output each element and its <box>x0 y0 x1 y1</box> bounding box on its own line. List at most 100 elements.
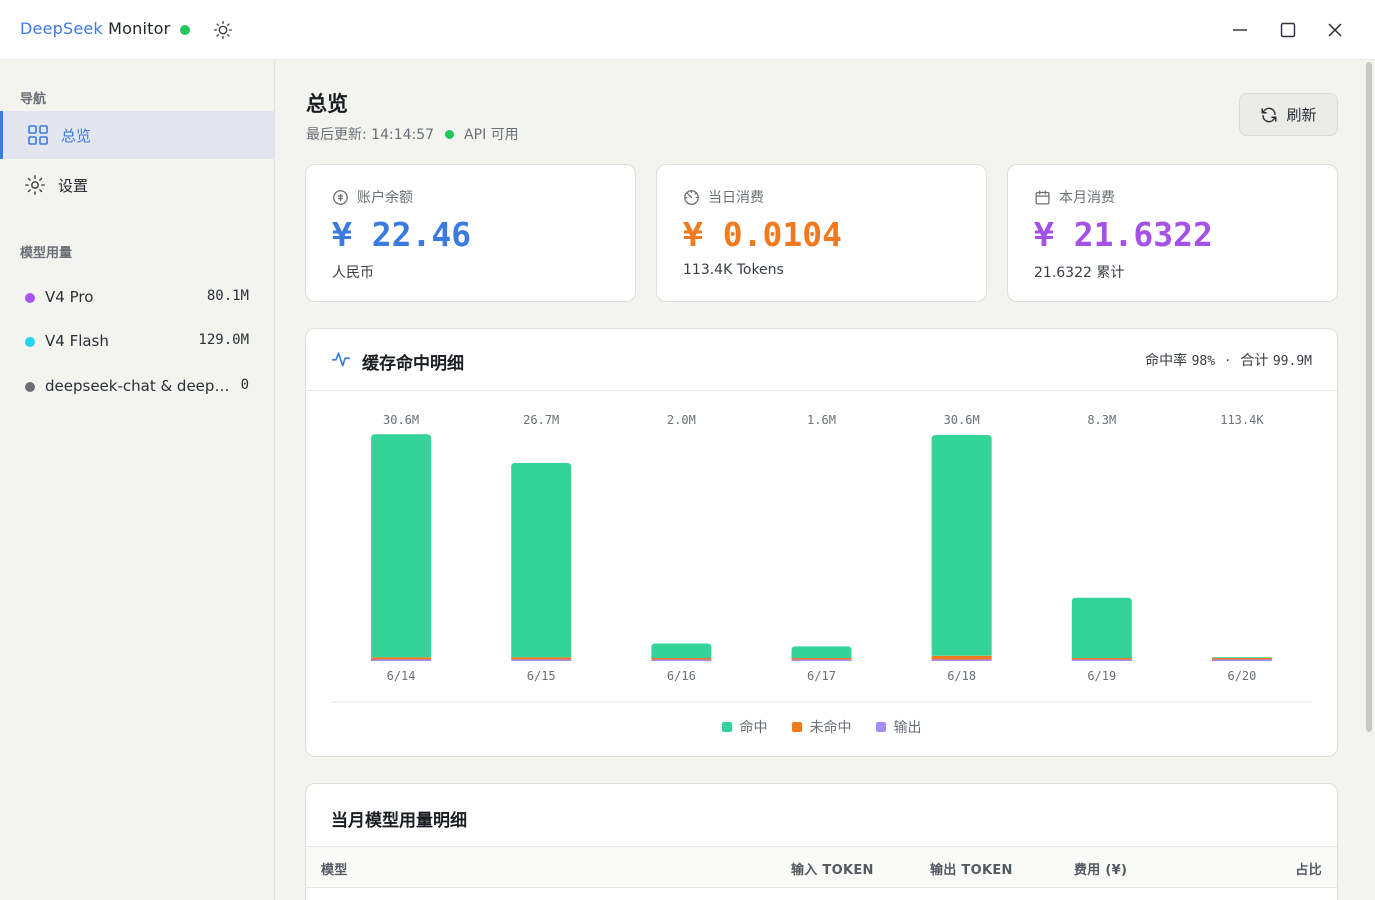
model-color-dot <box>25 293 35 303</box>
sun-icon <box>214 21 232 39</box>
bar-segment-hit <box>1071 597 1132 658</box>
legend-item-output[interactable]: 输出 <box>875 717 922 737</box>
models-heading: 模型用量 <box>20 246 73 261</box>
status-line: 最后更新: 14:14:57 API 可用 <box>306 124 519 144</box>
maximize-button[interactable] <box>1273 15 1303 45</box>
table-title: 当月模型用量明细 <box>331 811 467 831</box>
bar-value-label: 113.4K <box>1220 413 1264 427</box>
model-usage-row[interactable]: V4 Flash 129.0M <box>0 327 274 357</box>
bar-segment-miss <box>791 658 852 660</box>
column-header-output-token[interactable]: 输出 TOKEN <box>930 859 1013 878</box>
chart-legend: 命中 未命中 输出 <box>306 717 1337 737</box>
maximize-icon <box>1280 22 1296 38</box>
bar-segment-miss <box>1071 658 1132 660</box>
bar-segment-output <box>651 659 712 661</box>
bar-value-label: 2.0M <box>667 413 696 427</box>
chart-title: 缓存命中明细 <box>362 354 464 374</box>
x-tick-label: 6/19 <box>1087 669 1116 683</box>
model-color-dot <box>25 337 35 347</box>
bar-segment-hit <box>511 463 572 658</box>
x-tick-label: 6/16 <box>667 669 696 683</box>
hit-rate-value: 98% <box>1191 354 1216 369</box>
balance-card: 账户余额 ¥ 22.46 人民币 <box>305 164 636 302</box>
monthly-model-usage-table: 当月模型用量明细 模型 输入 TOKEN 输出 TOKEN 费用 (¥) 占比 <box>305 783 1338 900</box>
model-color-dot <box>25 382 35 392</box>
stat-label: 账户余额 <box>332 187 413 207</box>
stat-label: 本月消费 <box>1034 187 1115 207</box>
main-content: 总览 最后更新: 14:14:57 API 可用 刷新 账户余额 ¥ 22.46… <box>276 60 1375 900</box>
sidebar-item-label: 总览 <box>61 127 92 145</box>
stat-value: ¥ 21.6322 <box>1034 215 1213 254</box>
activity-icon <box>331 352 351 367</box>
nav-heading: 导航 <box>20 92 47 107</box>
bar-segment-miss <box>371 657 432 660</box>
minimize-icon <box>1233 29 1247 31</box>
total-value: 99.9M <box>1272 354 1312 369</box>
stat-label-text: 本月消费 <box>1059 190 1115 206</box>
legend-swatch <box>791 722 802 732</box>
x-tick-label: 6/15 <box>527 669 556 683</box>
x-tick-label: 6/18 <box>947 669 976 683</box>
chart-summary: 命中率 98% · 合计 99.9M <box>1145 350 1312 370</box>
column-header-model[interactable]: 模型 <box>321 859 348 878</box>
sidebar-item-overview[interactable]: 总览 <box>0 111 274 159</box>
bar-segment-output <box>371 659 432 661</box>
bar-value-label: 1.6M <box>807 413 836 427</box>
main-scrollbar[interactable] <box>1366 62 1372 732</box>
bar-segment-output <box>1211 659 1272 661</box>
bar-value-label: 30.6M <box>383 413 419 427</box>
legend-label: 未命中 <box>809 720 852 736</box>
connection-status-dot <box>180 25 190 35</box>
stat-subtext: 21.6322 累计 <box>1034 265 1125 281</box>
table-header-row: 模型 输入 TOKEN 输出 TOKEN 费用 (¥) 占比 <box>306 846 1337 888</box>
page-title: 总览 <box>306 92 348 116</box>
legend-item-hit[interactable]: 命中 <box>721 717 768 737</box>
stat-value: ¥ 22.46 <box>332 215 472 254</box>
theme-toggle-button[interactable] <box>211 18 235 42</box>
sidebar: 导航 总览 设置 模型用量 V4 Pro 80.1M V4 Flash 129.… <box>0 60 275 900</box>
cache-hit-bar-chart: 30.6M 6/14 26.7M 6/15 2.0M 6/16 1.6M 6/17 30.6M 6… <box>331 413 1312 703</box>
model-usage-row[interactable]: V4 Pro 80.1M <box>0 283 274 313</box>
model-usage-value: 80.1M <box>206 288 249 304</box>
model-usage-value: 129.0M <box>198 332 249 348</box>
title-bar: DeepSeek Monitor <box>0 0 1375 60</box>
close-button[interactable] <box>1320 15 1350 45</box>
column-header-share[interactable]: 占比 <box>1295 859 1322 878</box>
refresh-button[interactable]: 刷新 <box>1239 93 1338 136</box>
stat-label-text: 当日消费 <box>708 190 764 206</box>
sidebar-item-label: 设置 <box>58 177 89 195</box>
legend-label: 命中 <box>739 720 768 736</box>
grid-icon <box>28 125 48 145</box>
bar-segment-hit <box>1211 657 1272 658</box>
minimize-button[interactable] <box>1225 15 1255 45</box>
bar-segment-miss <box>511 657 572 660</box>
bar-segment-hit <box>791 646 852 658</box>
bar-segment-output <box>931 659 992 661</box>
app-title-brand: DeepSeek <box>20 19 103 38</box>
stat-subtext: 人民币 <box>332 265 374 281</box>
api-status-dot <box>445 129 455 139</box>
bar-segment-output <box>1071 659 1132 661</box>
legend-item-miss[interactable]: 未命中 <box>791 717 852 737</box>
bar-segment-miss <box>651 658 712 660</box>
column-header-cost[interactable]: 费用 (¥) <box>1074 859 1127 878</box>
cache-hit-chart-card: 缓存命中明细 命中率 98% · 合计 99.9M 30.6M 6/14 26.7M… <box>305 328 1338 757</box>
x-tick-label: 6/14 <box>387 669 416 683</box>
sidebar-item-settings[interactable]: 设置 <box>0 161 274 209</box>
monthly-cost-card: 本月消费 ¥ 21.6322 21.6322 累计 <box>1007 164 1338 302</box>
chart-header: 缓存命中明细 命中率 98% · 合计 99.9M <box>306 329 1337 391</box>
calendar-icon <box>1035 189 1050 205</box>
model-usage-row[interactable]: deepseek-chat & deepseek-reasoner 0 <box>0 372 274 402</box>
stat-label-text: 账户余额 <box>357 190 413 206</box>
model-name: deepseek-chat & deepseek-reasoner <box>45 377 230 395</box>
coin-icon <box>333 189 348 205</box>
close-icon <box>1328 23 1342 37</box>
legend-swatch <box>721 722 732 732</box>
summary-separator: · <box>1225 353 1230 369</box>
model-usage-value: 0 <box>240 377 249 393</box>
bar-segment-output <box>511 659 572 661</box>
gear-icon <box>25 175 45 195</box>
bar-segment-hit <box>651 643 712 658</box>
column-header-input-token[interactable]: 输入 TOKEN <box>791 859 874 878</box>
bar-value-label: 30.6M <box>944 413 980 427</box>
